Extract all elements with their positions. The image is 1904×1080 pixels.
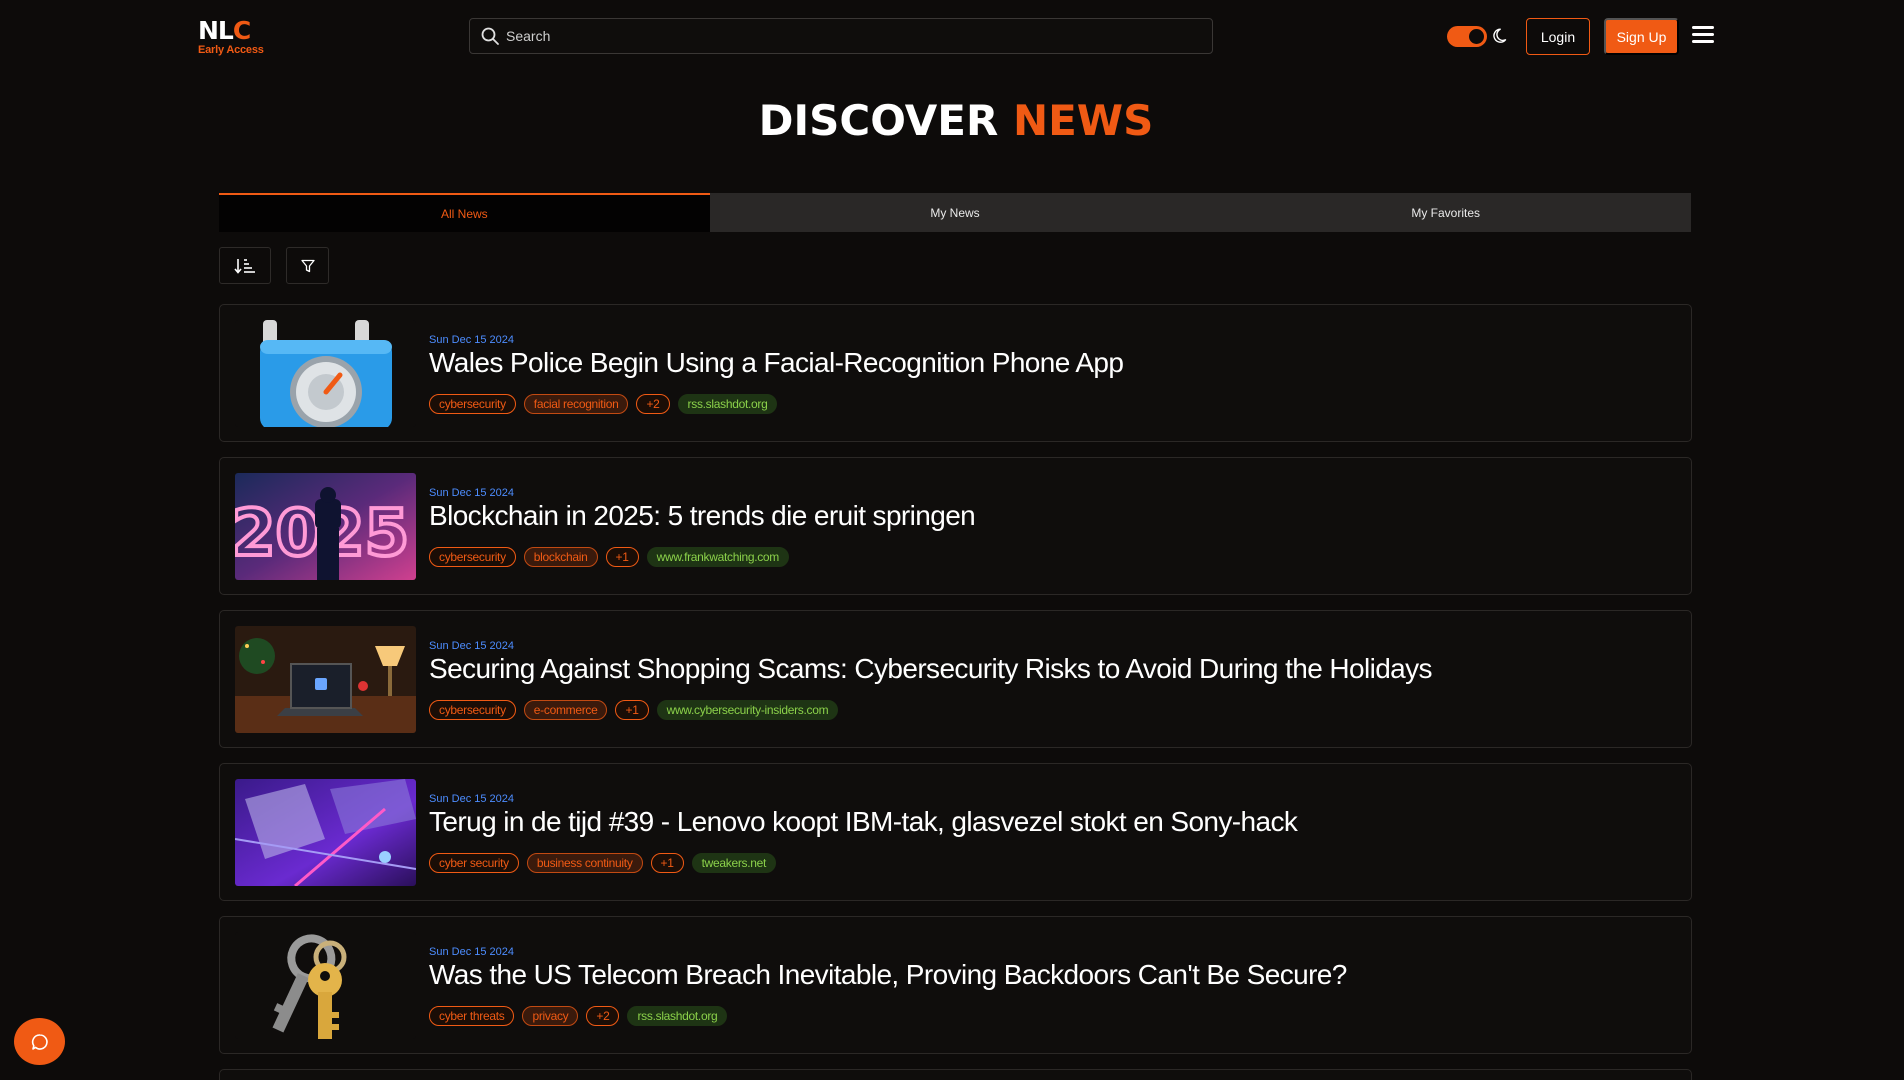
logo-part-nl: NL	[198, 16, 234, 45]
tab-my-favorites[interactable]: My Favorites	[1200, 193, 1692, 232]
news-thumbnail[interactable]	[235, 932, 416, 1039]
category-tag[interactable]: cybersecurity	[429, 547, 516, 567]
news-title[interactable]: Terug in de tijd #39 - Lenovo koopt IBM-…	[429, 806, 1669, 838]
category-tag[interactable]: blockchain	[523, 547, 598, 567]
toggle-knob	[1469, 29, 1484, 44]
laptop-holiday-photo	[235, 626, 416, 733]
chat-button[interactable]	[14, 1018, 65, 1065]
filter-button[interactable]	[286, 247, 329, 284]
news-card[interactable]	[219, 1069, 1692, 1080]
news-card[interactable]: Sun Dec 15 2024 Wales Police Begin Using…	[219, 304, 1692, 442]
padlock-icon	[235, 320, 416, 427]
news-thumbnail[interactable]	[235, 626, 416, 733]
search-input[interactable]	[506, 28, 1186, 44]
news-card[interactable]: Sun Dec 15 2024 Was the US Telecom Breac…	[219, 916, 1692, 1054]
more-tags-badge[interactable]: +1	[605, 547, 639, 567]
news-date: Sun Dec 15 2024	[429, 946, 515, 958]
news-card[interactable]: 2025 Sun Dec 15 2024 Blockchain in 2025:…	[219, 457, 1692, 595]
news-title[interactable]: Wales Police Begin Using a Facial-Recogn…	[429, 347, 1669, 379]
source-tag[interactable]: www.frankwatching.com	[646, 547, 790, 567]
page-title-word-2: NEWS	[1012, 96, 1154, 145]
logo-part-c: C	[232, 16, 251, 45]
purple-servers-photo	[235, 779, 416, 886]
filter-icon	[300, 259, 315, 272]
category-tag[interactable]: cyber threats	[429, 1006, 515, 1026]
source-tag[interactable]: rss.slashdot.org	[627, 1006, 728, 1026]
top-bar: NLC Early Access Login Sign Up	[0, 0, 1904, 72]
news-card[interactable]: Sun Dec 15 2024 Terug in de tijd #39 - L…	[219, 763, 1692, 901]
category-tag[interactable]: cybersecurity	[429, 700, 516, 720]
keys-icon	[235, 932, 416, 1039]
tab-all-news[interactable]: All News	[219, 193, 710, 232]
news-date: Sun Dec 15 2024	[429, 487, 515, 499]
news-date: Sun Dec 15 2024	[429, 793, 515, 805]
category-tag[interactable]: business continuity	[526, 853, 643, 873]
more-tags-badge[interactable]: +1	[650, 853, 684, 873]
news-tags: cybersecurity facial recognition +2 rss.…	[429, 394, 778, 414]
news-tabs: All News My News My Favorites	[219, 193, 1692, 232]
more-tags-badge[interactable]: +2	[586, 1006, 620, 1026]
moon-icon	[1493, 28, 1507, 43]
news-date: Sun Dec 15 2024	[429, 334, 515, 346]
theme-toggle[interactable]	[1447, 26, 1487, 47]
news-title[interactable]: Securing Against Shopping Scams: Cyberse…	[429, 653, 1669, 685]
search-icon	[481, 27, 499, 45]
news-thumbnail[interactable]: 2025	[235, 473, 416, 580]
logo-wordmark: NLC	[198, 18, 288, 44]
page-title-word-1: DISCOVER	[758, 96, 999, 145]
more-tags-badge[interactable]: +2	[636, 394, 670, 414]
news-title[interactable]: Blockchain in 2025: 5 trends die eruit s…	[429, 500, 1669, 532]
page-title: DISCOVER NEWS	[0, 96, 1904, 145]
category-tag[interactable]: facial recognition	[523, 394, 629, 414]
sort-icon	[234, 258, 255, 274]
news-tags: cybersecurity e-commerce +1 www.cybersec…	[429, 700, 839, 720]
news-card[interactable]: Sun Dec 15 2024 Securing Against Shoppin…	[219, 610, 1692, 748]
source-tag[interactable]: rss.slashdot.org	[677, 394, 778, 414]
more-tags-badge[interactable]: +1	[615, 700, 649, 720]
category-tag[interactable]: cyber security	[429, 853, 519, 873]
category-tag[interactable]: cybersecurity	[429, 394, 516, 414]
category-tag[interactable]: privacy	[522, 1006, 579, 1026]
hamburger-menu-icon[interactable]	[1692, 26, 1714, 46]
news-tags: cybersecurity blockchain +1 www.frankwat…	[429, 547, 790, 567]
chat-bubble-icon	[31, 1033, 48, 1050]
news-thumbnail[interactable]	[235, 320, 416, 427]
signup-button[interactable]: Sign Up	[1604, 18, 1679, 55]
login-button[interactable]: Login	[1526, 18, 1590, 55]
search-box[interactable]	[469, 18, 1213, 54]
source-tag[interactable]: tweakers.net	[691, 853, 777, 873]
news-tags: cyber security business continuity +1 tw…	[429, 853, 777, 873]
news-title[interactable]: Was the US Telecom Breach Inevitable, Pr…	[429, 959, 1669, 991]
source-tag[interactable]: www.cybersecurity-insiders.com	[656, 700, 839, 720]
category-tag[interactable]: e-commerce	[523, 700, 608, 720]
news-date: Sun Dec 15 2024	[429, 640, 515, 652]
news-tags: cyber threats privacy +2 rss.slashdot.or…	[429, 1006, 728, 1026]
sort-button[interactable]	[219, 247, 271, 284]
tab-my-news[interactable]: My News	[709, 193, 1201, 232]
logo-tagline: Early Access	[198, 44, 264, 56]
2025-neon-photo: 2025	[235, 473, 416, 580]
news-thumbnail[interactable]	[235, 779, 416, 886]
site-logo[interactable]: NLC Early Access	[198, 18, 288, 58]
